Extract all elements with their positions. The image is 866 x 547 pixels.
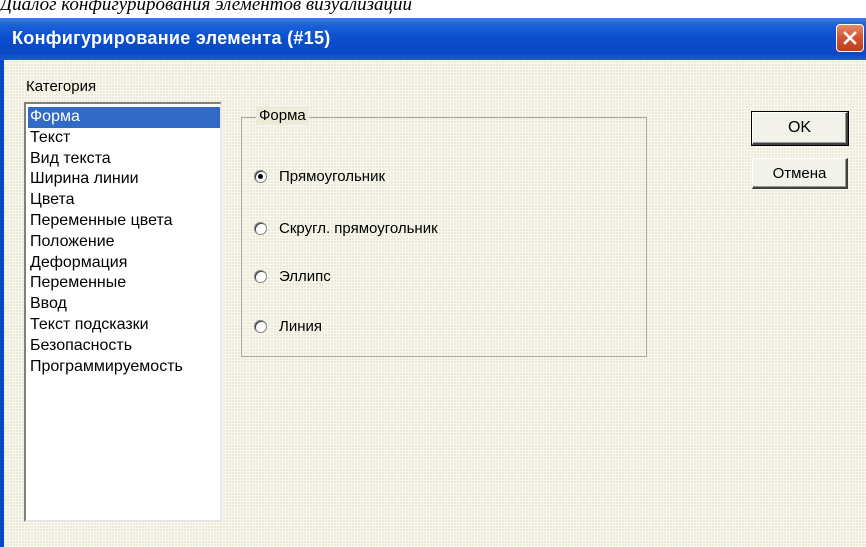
radio-button-icon[interactable] bbox=[254, 269, 267, 283]
category-item[interactable]: Текст подсказки bbox=[28, 315, 220, 336]
category-item[interactable]: Цвета bbox=[28, 190, 220, 211]
radio-button-icon[interactable] bbox=[254, 169, 267, 183]
radio-ellipse[interactable]: Эллипс bbox=[254, 266, 331, 286]
configure-element-dialog: Конфигурирование элемента (#15) Категори… bbox=[0, 18, 866, 547]
radio-button-icon[interactable] bbox=[254, 319, 267, 333]
radio-rectangle[interactable]: Прямоугольник bbox=[254, 166, 385, 186]
category-item[interactable]: Деформация bbox=[28, 253, 220, 274]
close-icon bbox=[843, 31, 857, 45]
category-item[interactable]: Ввод bbox=[28, 294, 220, 315]
radio-rounded-rectangle[interactable]: Скругл. прямоугольник bbox=[254, 218, 438, 238]
category-item[interactable]: Переменные цвета bbox=[28, 211, 220, 232]
dialog-title: Конфигурирование элемента (#15) bbox=[12, 28, 331, 48]
category-item[interactable]: Ширина линии bbox=[28, 169, 220, 190]
category-item[interactable]: Положение bbox=[28, 232, 220, 253]
radio-label: Прямоугольник bbox=[279, 167, 386, 185]
category-item[interactable]: Безопасность bbox=[28, 336, 220, 357]
radio-button-icon[interactable] bbox=[254, 221, 267, 235]
radio-label: Эллипс bbox=[279, 267, 331, 285]
category-item[interactable]: Форма bbox=[28, 107, 220, 128]
dialog-title-bar[interactable]: Конфигурирование элемента (#15) bbox=[0, 18, 866, 60]
document-caption: Диалог конфигурирования элементов визуал… bbox=[0, 0, 413, 15]
radio-label: Линия bbox=[279, 317, 323, 335]
category-item[interactable]: Программируемость bbox=[28, 357, 220, 378]
cancel-button[interactable]: Отмена bbox=[752, 158, 848, 189]
shape-groupbox: Форма Прямоугольник Скругл. прямоугольни… bbox=[241, 107, 647, 357]
radio-selected-dot bbox=[258, 173, 263, 179]
shape-group-legend: Форма bbox=[256, 107, 309, 124]
dialog-left-border bbox=[0, 60, 4, 547]
radio-line[interactable]: Линия bbox=[254, 316, 322, 336]
radio-label: Скругл. прямоугольник bbox=[279, 219, 438, 237]
category-item[interactable]: Вид текста bbox=[28, 149, 220, 170]
category-item[interactable]: Переменные bbox=[28, 273, 220, 294]
close-button[interactable] bbox=[836, 24, 864, 52]
category-item[interactable]: Текст bbox=[28, 128, 220, 149]
category-listbox[interactable]: Форма Текст Вид текста Ширина линии Цвет… bbox=[24, 102, 222, 522]
ok-button[interactable]: OK bbox=[751, 111, 849, 146]
category-label: Категория bbox=[26, 78, 97, 95]
